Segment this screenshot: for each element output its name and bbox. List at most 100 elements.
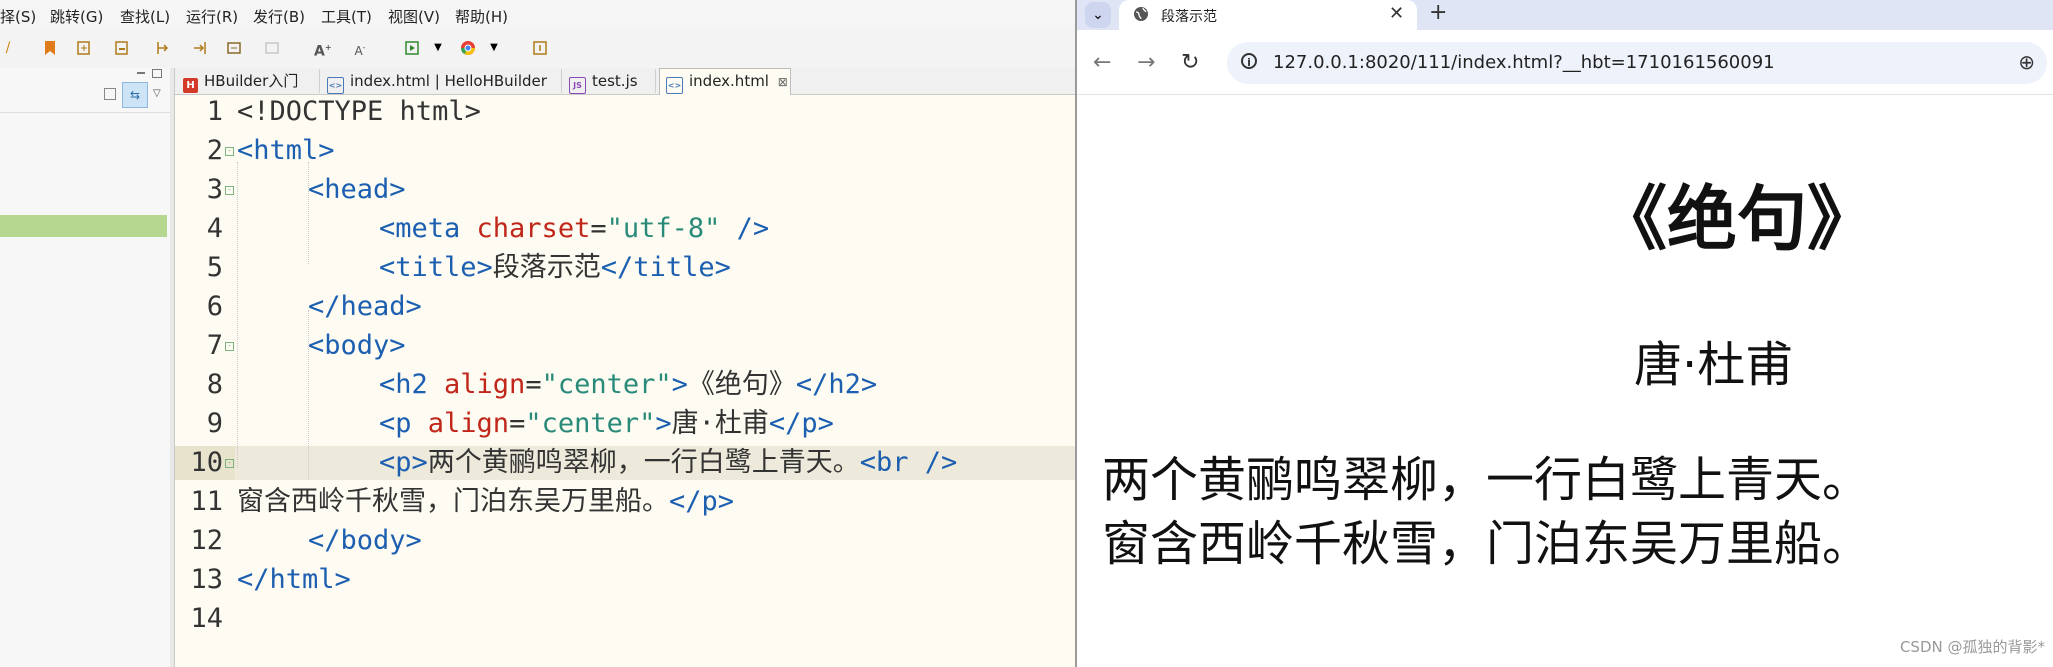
bookmark-icon[interactable] bbox=[42, 40, 58, 56]
new-file-icon[interactable] bbox=[76, 40, 92, 56]
link-editor-icon[interactable]: ⇆ bbox=[122, 82, 148, 108]
menu-run[interactable]: 运行(R) bbox=[186, 6, 238, 27]
tag-token: </head> bbox=[308, 291, 422, 322]
poem-line-1: 两个黄鹂鸣翠柳，一行白鹭上青天。 bbox=[1102, 452, 1871, 508]
url-text[interactable]: 127.0.0.1:8020/111/index.html?__hbt=1710… bbox=[1273, 52, 1775, 73]
new-tab-button[interactable]: + bbox=[1429, 0, 1447, 25]
attr-token: align bbox=[427, 369, 526, 400]
tab-index-hellohbuilder[interactable]: <> index.html | HelloHBuilder bbox=[321, 69, 562, 94]
tag-token: <title> bbox=[379, 252, 493, 283]
tag-token: <br /> bbox=[859, 447, 958, 478]
tag-token: </html> bbox=[237, 564, 351, 595]
code-line: <h2 align="center">《绝句》</h2> bbox=[379, 368, 877, 402]
fold-toggle-icon[interactable]: - bbox=[225, 186, 234, 195]
line-number: 4 bbox=[206, 213, 223, 244]
tag-token: </p> bbox=[768, 408, 834, 439]
menu-view[interactable]: 视图(V) bbox=[388, 6, 440, 27]
line-number: 3 bbox=[206, 174, 223, 205]
collapse-all-icon[interactable] bbox=[104, 88, 116, 100]
toolbar-edge-icon[interactable]: / bbox=[0, 40, 16, 56]
code-editor[interactable]: 1 2 3 4 5 6 7 8 9 10 11 12 13 14 - - - -… bbox=[175, 95, 1075, 667]
menu-goto[interactable]: 跳转(G) bbox=[50, 6, 103, 27]
import-icon[interactable] bbox=[192, 40, 208, 56]
fold-toggle-icon[interactable]: - bbox=[225, 459, 234, 468]
attr-token: align bbox=[411, 408, 510, 439]
line-number: 2 bbox=[206, 135, 223, 166]
string-token: "center" bbox=[525, 408, 656, 439]
text-token: 段落示范 bbox=[492, 252, 601, 283]
fold-toggle-icon[interactable]: - bbox=[225, 147, 234, 156]
view-menu-icon[interactable]: ▽ bbox=[153, 88, 161, 99]
chevron-down-icon: ⌄ bbox=[1092, 7, 1104, 23]
text-token: 两个黄鹂鸣翠柳，一行白鹭上青天。 bbox=[427, 447, 860, 478]
code-line: <body> bbox=[308, 329, 406, 363]
font-decrease-icon[interactable]: A- bbox=[352, 40, 368, 58]
site-info-icon[interactable]: i bbox=[1241, 53, 1257, 69]
code-line: </head> bbox=[308, 290, 422, 324]
tag-token: <p bbox=[379, 408, 412, 439]
js-file-icon: JS bbox=[569, 77, 586, 94]
tag-token: <html> bbox=[237, 135, 335, 166]
tag-token: <head> bbox=[308, 174, 406, 205]
line-number: 1 bbox=[206, 96, 223, 127]
menu-find[interactable]: 查找(L) bbox=[120, 6, 170, 27]
tab-hbuilder-intro[interactable]: H HBuilder入门 bbox=[177, 69, 320, 93]
project-panel-header: ⇆ ▽ bbox=[0, 68, 170, 113]
forward-arrow-icon[interactable]: → bbox=[1137, 50, 1155, 75]
minimize-icon[interactable] bbox=[137, 72, 145, 74]
address-bar[interactable]: i 127.0.0.1:8020/111/index.html?__hbt=17… bbox=[1227, 42, 2047, 84]
operator-token: = bbox=[590, 213, 607, 244]
fold-toggle-icon[interactable]: - bbox=[225, 342, 234, 351]
ide-window: 择(S) 跳转(G) 查找(L) 运行(R) 发行(B) 工具(T) 视图(V)… bbox=[0, 0, 1075, 667]
info-panel-icon[interactable] bbox=[532, 40, 548, 56]
browser-tab-active[interactable]: 段落示范 ✕ bbox=[1119, 0, 1417, 30]
html-file-icon: <> bbox=[666, 77, 683, 94]
zoom-icon[interactable]: ⊕ bbox=[2018, 50, 2035, 74]
font-increase-icon[interactable]: A+ bbox=[314, 40, 332, 60]
menu-help[interactable]: 帮助(H) bbox=[455, 6, 508, 27]
maximize-icon[interactable] bbox=[152, 69, 162, 78]
export-icon[interactable] bbox=[226, 40, 242, 56]
tab-search-button[interactable]: ⌄ bbox=[1085, 2, 1111, 28]
run-config-icon[interactable] bbox=[404, 40, 420, 56]
save-file-icon[interactable] bbox=[114, 40, 130, 56]
menu-publish[interactable]: 发行(B) bbox=[253, 6, 305, 27]
tab-index-html-active[interactable]: <> index.html ⊠ bbox=[659, 68, 791, 95]
line-number: 13 bbox=[190, 564, 223, 595]
chevron-down-icon[interactable]: ▼ bbox=[430, 40, 446, 56]
line-number: 14 bbox=[190, 603, 223, 634]
back-arrow-icon[interactable]: ← bbox=[1093, 50, 1111, 75]
disabled-action-icon[interactable] bbox=[264, 40, 280, 56]
close-tab-icon[interactable]: ⊠ bbox=[778, 75, 788, 89]
code-line: </html> bbox=[237, 563, 351, 597]
menu-select[interactable]: 择(S) bbox=[0, 6, 36, 27]
code-line: <html> bbox=[237, 134, 335, 168]
tag-token: <meta bbox=[379, 213, 461, 244]
code-line: <title>段落示范</title> bbox=[379, 251, 731, 285]
page-heading: 《绝句》 bbox=[1597, 178, 1877, 260]
tag-token: </title> bbox=[600, 252, 731, 283]
tag-token: /> bbox=[720, 213, 770, 244]
browser-tab-strip: ⌄ 段落示范 ✕ + bbox=[1077, 0, 2053, 30]
line-number: 10 bbox=[190, 447, 223, 478]
editor-tabs: H HBuilder入门 <> index.html | HelloHBuilder… bbox=[175, 68, 1075, 95]
tag-token: > bbox=[655, 408, 672, 439]
tag-token: <p> bbox=[379, 447, 428, 478]
reload-icon[interactable]: ↻ bbox=[1181, 50, 1199, 75]
html-file-icon: <> bbox=[327, 77, 344, 94]
line-number: 6 bbox=[206, 291, 223, 322]
chrome-browser-icon[interactable] bbox=[460, 40, 476, 56]
close-tab-icon[interactable]: ✕ bbox=[1389, 3, 1404, 24]
web-page-content: 《绝句》 唐·杜甫 两个黄鹂鸣翠柳，一行白鹭上青天。 窗含西岭千秋雪，门泊东吴万… bbox=[1077, 95, 2053, 667]
tab-test-js[interactable]: JS test.js bbox=[563, 69, 656, 94]
tag-token: > bbox=[671, 369, 688, 400]
operator-token: = bbox=[525, 369, 542, 400]
selected-project-item[interactable] bbox=[0, 215, 167, 237]
code-line: 窗含西岭千秋雪，门泊东吴万里船。</p> bbox=[237, 485, 734, 519]
step-icon[interactable] bbox=[154, 40, 170, 56]
line-number: 9 bbox=[206, 408, 223, 439]
text-token: 《绝句》 bbox=[687, 369, 796, 400]
menu-tools[interactable]: 工具(T) bbox=[321, 6, 372, 27]
tab-label: index.html bbox=[689, 72, 769, 90]
chevron-down-icon[interactable]: ▼ bbox=[486, 40, 502, 56]
